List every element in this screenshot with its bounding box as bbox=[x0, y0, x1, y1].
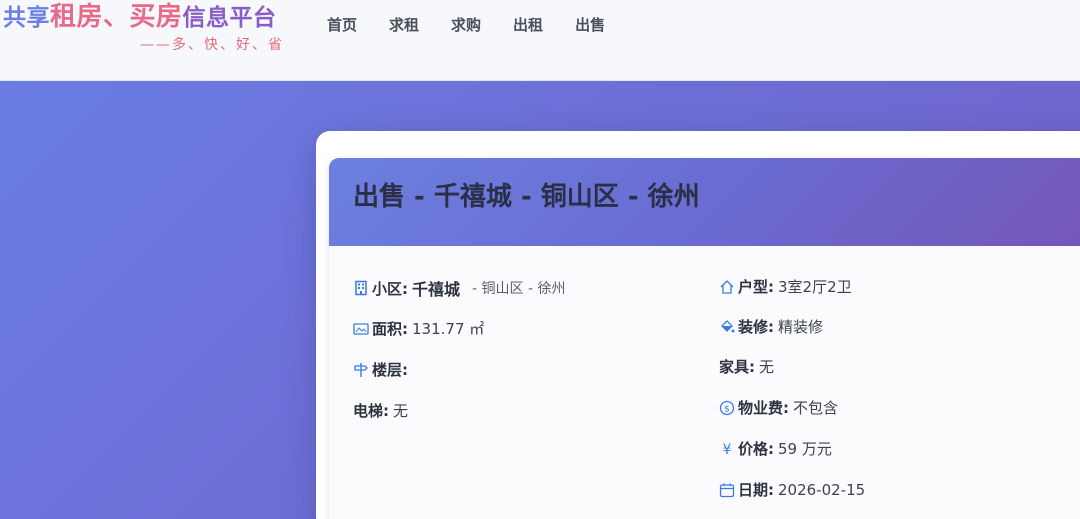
nav-for-sale[interactable]: 出售 bbox=[575, 14, 605, 35]
decoration-value: 精装修 bbox=[778, 318, 824, 336]
signpost-icon bbox=[353, 362, 369, 378]
listing-title: 出售 - 千禧城 - 铜山区 - 徐州 bbox=[353, 182, 700, 212]
paint-bucket-icon bbox=[719, 319, 735, 335]
nav-seek-buy[interactable]: 求购 bbox=[451, 14, 481, 35]
floor-label: 楼层: bbox=[372, 361, 408, 379]
site-logo[interactable]: 共享租房、买房信息平台 bbox=[3, 0, 277, 33]
decoration-row: 装修: 精装修 bbox=[719, 316, 823, 337]
date-label: 日期: bbox=[738, 481, 774, 499]
price-label: 价格: bbox=[738, 440, 774, 458]
nav-for-rent[interactable]: 出租 bbox=[513, 14, 543, 35]
furniture-row: 家具: 无 bbox=[719, 356, 774, 377]
logo-part-3: 信息平台 bbox=[182, 5, 277, 31]
dollar-coin-icon: $ bbox=[719, 400, 735, 416]
layout-row: 户型: 3室2厅2卫 bbox=[719, 276, 852, 297]
date-value: 2026-02-15 bbox=[778, 480, 866, 499]
community-label: 小区: bbox=[372, 279, 408, 298]
elevator-row: 电梯: 无 bbox=[353, 400, 408, 421]
property-fee-row: $ 物业费: 不包含 bbox=[719, 397, 838, 418]
area-label: 面积: bbox=[372, 320, 408, 338]
calendar-icon bbox=[719, 482, 735, 498]
property-fee-value: 不包含 bbox=[793, 399, 839, 417]
furniture-value: 无 bbox=[759, 358, 775, 376]
svg-text:¥: ¥ bbox=[723, 442, 732, 457]
building-icon bbox=[353, 280, 369, 296]
community-location: - 铜山区 - 徐州 bbox=[472, 281, 566, 297]
logo-part-2: 租房、买房 bbox=[50, 2, 183, 32]
price-row: ¥ 价格: 59 万元 bbox=[719, 438, 832, 459]
layout-value: 3室2厅2卫 bbox=[778, 278, 852, 296]
community-row: 小区: 千禧城 - 铜山区 - 徐州 bbox=[353, 276, 565, 300]
nav-seek-rent[interactable]: 求租 bbox=[389, 14, 419, 35]
furniture-label: 家具: bbox=[719, 358, 755, 376]
main-nav: 首页 求租 求购 出租 出售 bbox=[327, 14, 637, 35]
area-icon bbox=[353, 321, 369, 337]
area-value: 131.77 ㎡ bbox=[412, 320, 485, 338]
property-fee-label: 物业费: bbox=[738, 399, 789, 417]
date-row: 日期: 2026-02-15 bbox=[719, 479, 865, 500]
nav-home[interactable]: 首页 bbox=[327, 14, 357, 35]
site-header: 共享租房、买房信息平台 ——多、快、好、省 首页 求租 求购 出租 出售 bbox=[0, 0, 1080, 81]
elevator-value: 无 bbox=[393, 402, 409, 420]
listing-card-header: 出售 - 千禧城 - 铜山区 - 徐州 bbox=[329, 158, 1080, 246]
price-value: 59 万元 bbox=[778, 440, 832, 458]
floor-row: 楼层: bbox=[353, 359, 412, 380]
decoration-label: 装修: bbox=[738, 318, 774, 336]
logo-part-1: 共享 bbox=[3, 5, 50, 31]
elevator-label: 电梯: bbox=[353, 402, 389, 420]
logo-slogan: ——多、快、好、省 bbox=[140, 37, 284, 53]
area-row: 面积: 131.77 ㎡ bbox=[353, 318, 484, 339]
yuan-icon: ¥ bbox=[719, 441, 735, 457]
svg-text:$: $ bbox=[724, 404, 730, 414]
community-value: 千禧城 bbox=[412, 280, 461, 299]
layout-label: 户型: bbox=[738, 278, 774, 296]
house-icon bbox=[719, 279, 735, 295]
